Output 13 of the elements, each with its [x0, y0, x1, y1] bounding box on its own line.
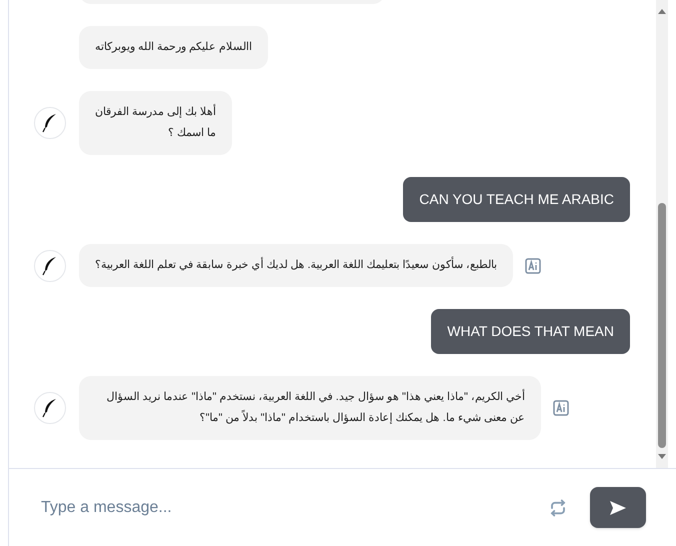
scrollbar[interactable] — [656, 0, 668, 468]
bot-message: االسلام عليكم ورحمة الله ويوبركاته — [79, 26, 268, 69]
bot-message: بالطبع، سأكون سعيدًا بتعليمك اللغة العربية. هل لديك أي خبرة سابقة في تعلم اللغة العربية؟ — [79, 244, 513, 287]
bot-message: أهلا بك إلى مدرسة الفرقان ما اسمك ؟ — [79, 91, 232, 155]
user-message: WHAT DOES THAT MEAN — [431, 309, 630, 354]
bot-message: أخي الكريم، "ماذا يعني هذا" هو سؤال جيد. في اللغة العربية، نستخدم "ماذا" عندما نريد السؤال عن معنى شيء ما. هل يمكنك إعادة السؤال باستخدام "ماذا" بدلاً من "ما"؟ — [79, 376, 541, 440]
scroll-down-icon[interactable] — [658, 454, 666, 460]
refresh-icon — [549, 498, 567, 516]
send-icon — [609, 500, 627, 516]
message-input[interactable]: Type a message... — [41, 496, 546, 520]
send-button[interactable] — [590, 487, 646, 528]
scroll-up-icon[interactable] — [658, 8, 666, 14]
user-message: CAN YOU TEACH ME ARABIC — [403, 177, 630, 222]
